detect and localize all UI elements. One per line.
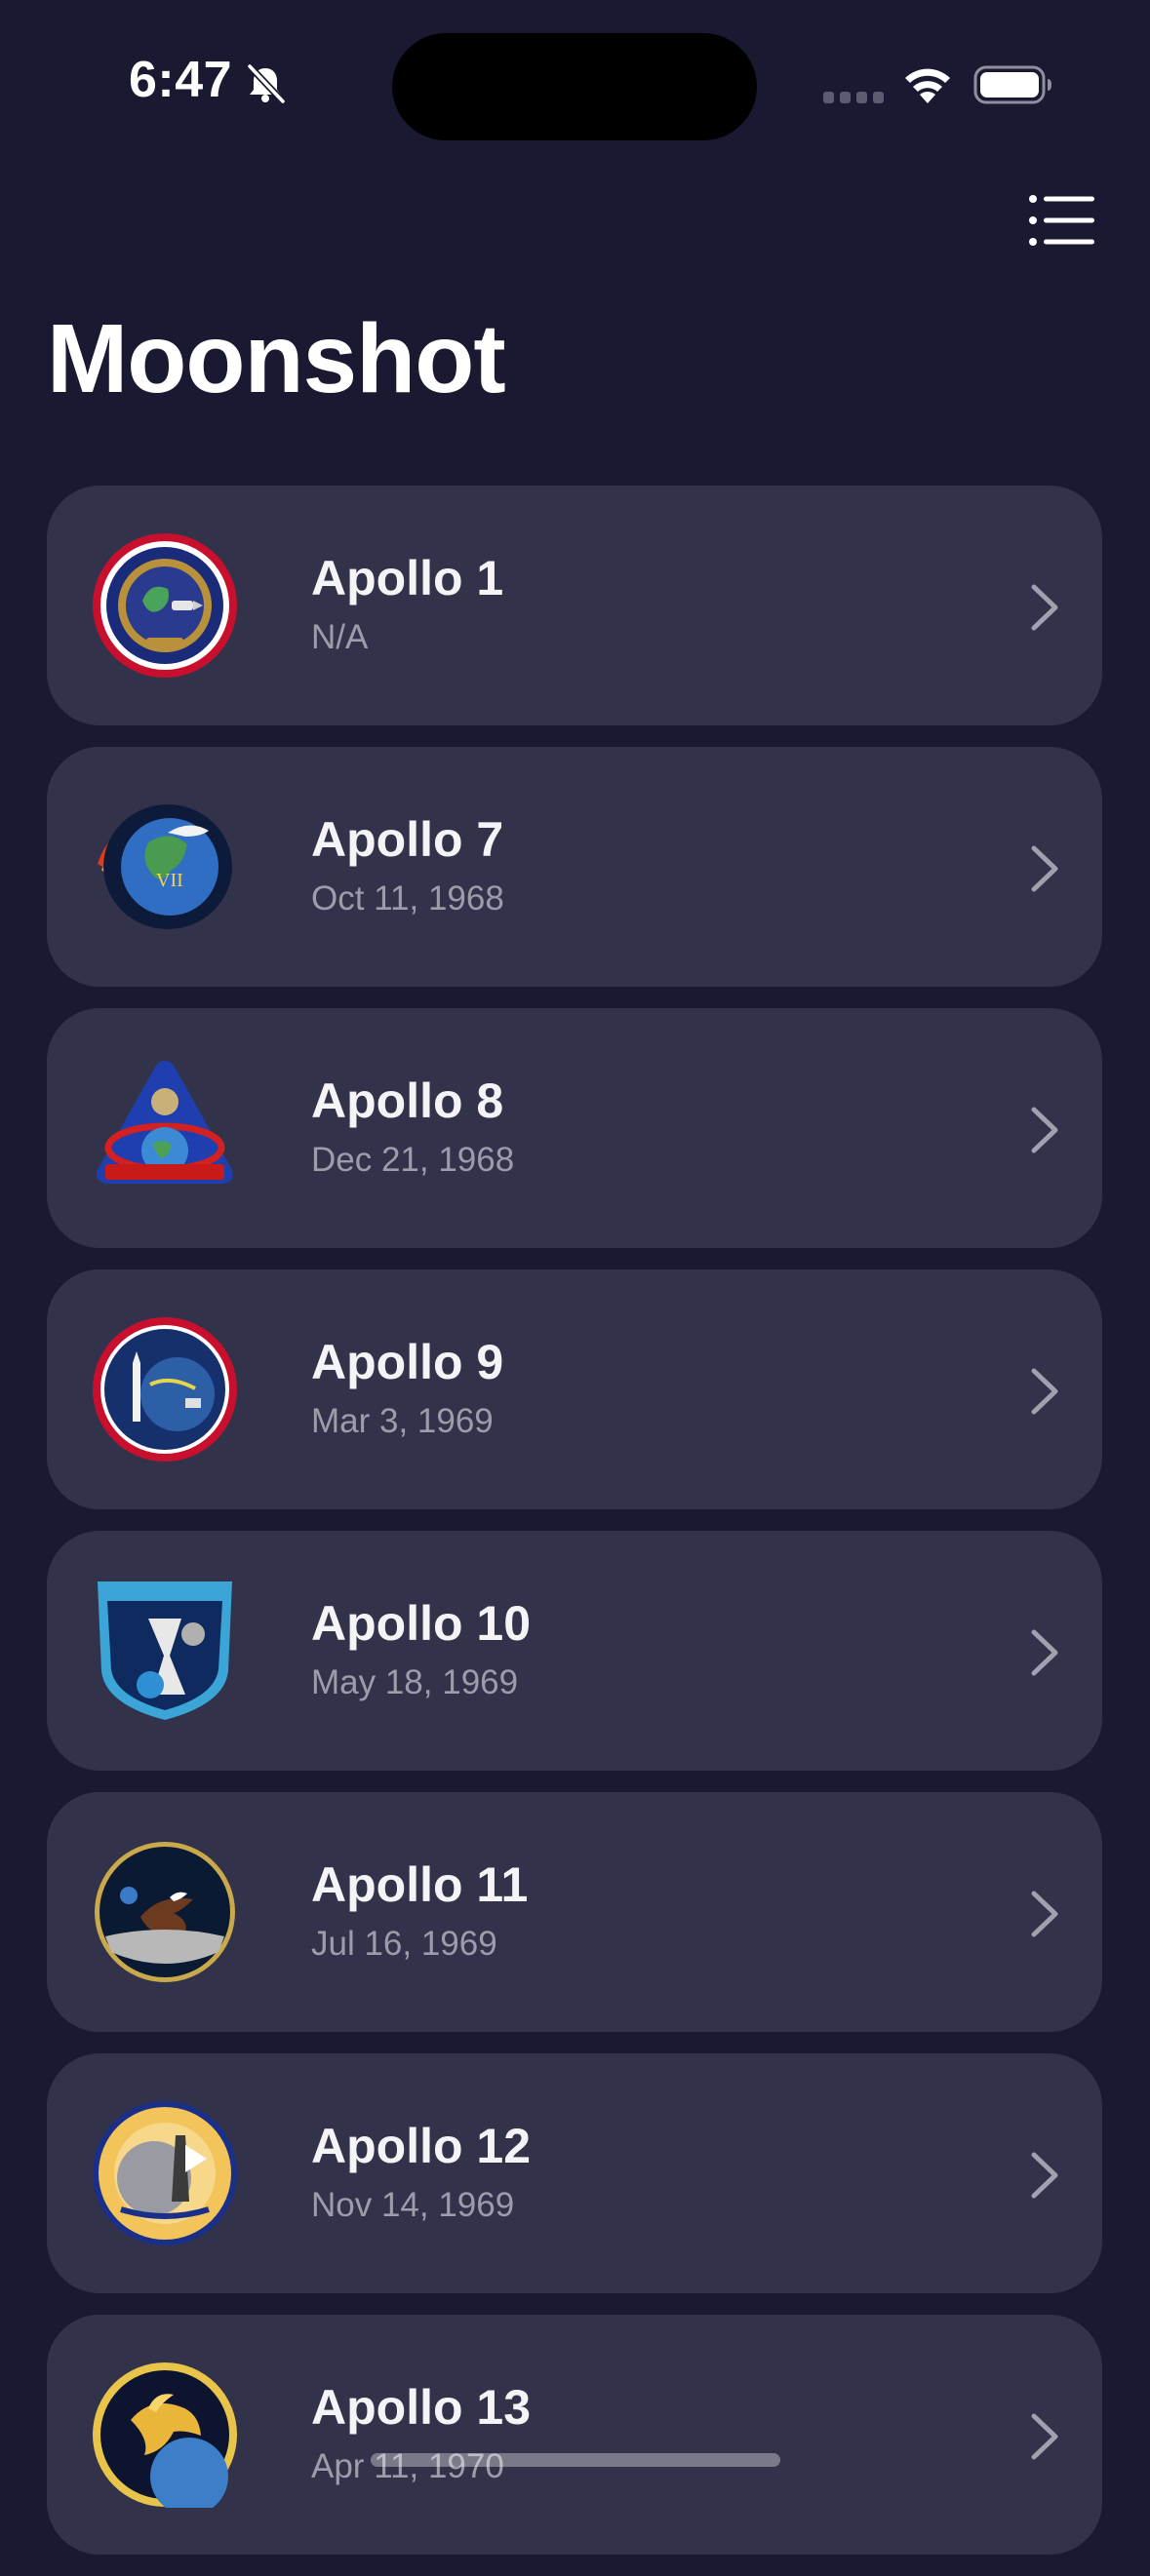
- apollo-10-patch-icon: [98, 1581, 232, 1720]
- mission-name: Apollo 11: [311, 1857, 529, 1912]
- mission-date: Oct 11, 1968: [311, 879, 504, 917]
- mission-date: N/A: [311, 618, 369, 656]
- mission-row-apollo-1[interactable]: Apollo 1 N/A: [47, 486, 1102, 725]
- mission-name: Apollo 13: [311, 2380, 532, 2435]
- bell-slash-icon: [247, 63, 286, 104]
- status-time: 6:47: [129, 52, 233, 108]
- mission-date: Mar 3, 1969: [311, 1402, 494, 1440]
- mission-date: Nov 14, 1969: [311, 2186, 515, 2224]
- mission-row-apollo-10[interactable]: Apollo 10 May 18, 1969: [47, 1531, 1102, 1771]
- mission-row-apollo-12[interactable]: Apollo 12 Nov 14, 1969: [47, 2053, 1102, 2293]
- mission-date: May 18, 1969: [311, 1663, 519, 1701]
- mission-name: Apollo 10: [311, 1596, 532, 1651]
- apollo-11-patch-icon: [95, 1842, 235, 1982]
- chevron-right-icon: [1031, 584, 1058, 631]
- apollo-7-patch-icon: VII: [98, 804, 232, 929]
- dynamic-island: [392, 33, 757, 140]
- wifi-icon: [905, 68, 950, 103]
- svg-text:VII: VII: [156, 870, 183, 891]
- mission-name: Apollo 9: [311, 1335, 504, 1389]
- chevron-right-icon: [1031, 845, 1058, 892]
- chevron-right-icon: [1031, 1368, 1058, 1415]
- mission-list: Apollo 1 N/A VII Apollo 7 Oct 11, 1968 A…: [47, 486, 1102, 2576]
- apollo-1-patch-icon: [93, 533, 237, 678]
- status-bar: 6:47: [0, 0, 1150, 166]
- mission-date: Dec 21, 1968: [311, 1141, 515, 1179]
- chevron-right-icon: [1031, 1891, 1058, 1937]
- mission-row-apollo-8[interactable]: Apollo 8 Dec 21, 1968: [47, 1008, 1102, 1248]
- chevron-right-icon: [1031, 1629, 1058, 1676]
- apollo-8-patch-icon: [97, 1061, 233, 1184]
- home-indicator[interactable]: [371, 2453, 780, 2467]
- mission-name: Apollo 7: [311, 812, 504, 867]
- apollo-13-patch-icon: [93, 2362, 237, 2508]
- mission-name: Apollo 8: [311, 1073, 504, 1128]
- list-bullet-icon[interactable]: [1026, 191, 1096, 250]
- mission-date: Jul 16, 1969: [311, 1925, 497, 1963]
- mission-row-apollo-13[interactable]: Apollo 13 Apr 11, 1970: [47, 2315, 1102, 2555]
- page-title: Moonshot: [47, 304, 506, 413]
- apollo-12-patch-icon: [93, 2101, 237, 2245]
- apollo-9-patch-icon: [93, 1317, 237, 1462]
- mission-row-apollo-11[interactable]: Apollo 11 Jul 16, 1969: [47, 1792, 1102, 2032]
- chevron-right-icon: [1031, 2413, 1058, 2460]
- mission-name: Apollo 1: [311, 551, 504, 605]
- battery-full-icon: [973, 65, 1051, 104]
- cellular-signal-icon: [823, 92, 884, 103]
- mission-name: Apollo 12: [311, 2119, 532, 2173]
- mission-row-apollo-9[interactable]: Apollo 9 Mar 3, 1969: [47, 1269, 1102, 1509]
- chevron-right-icon: [1031, 1107, 1058, 1153]
- mission-row-apollo-7[interactable]: VII Apollo 7 Oct 11, 1968: [47, 747, 1102, 987]
- chevron-right-icon: [1031, 2152, 1058, 2199]
